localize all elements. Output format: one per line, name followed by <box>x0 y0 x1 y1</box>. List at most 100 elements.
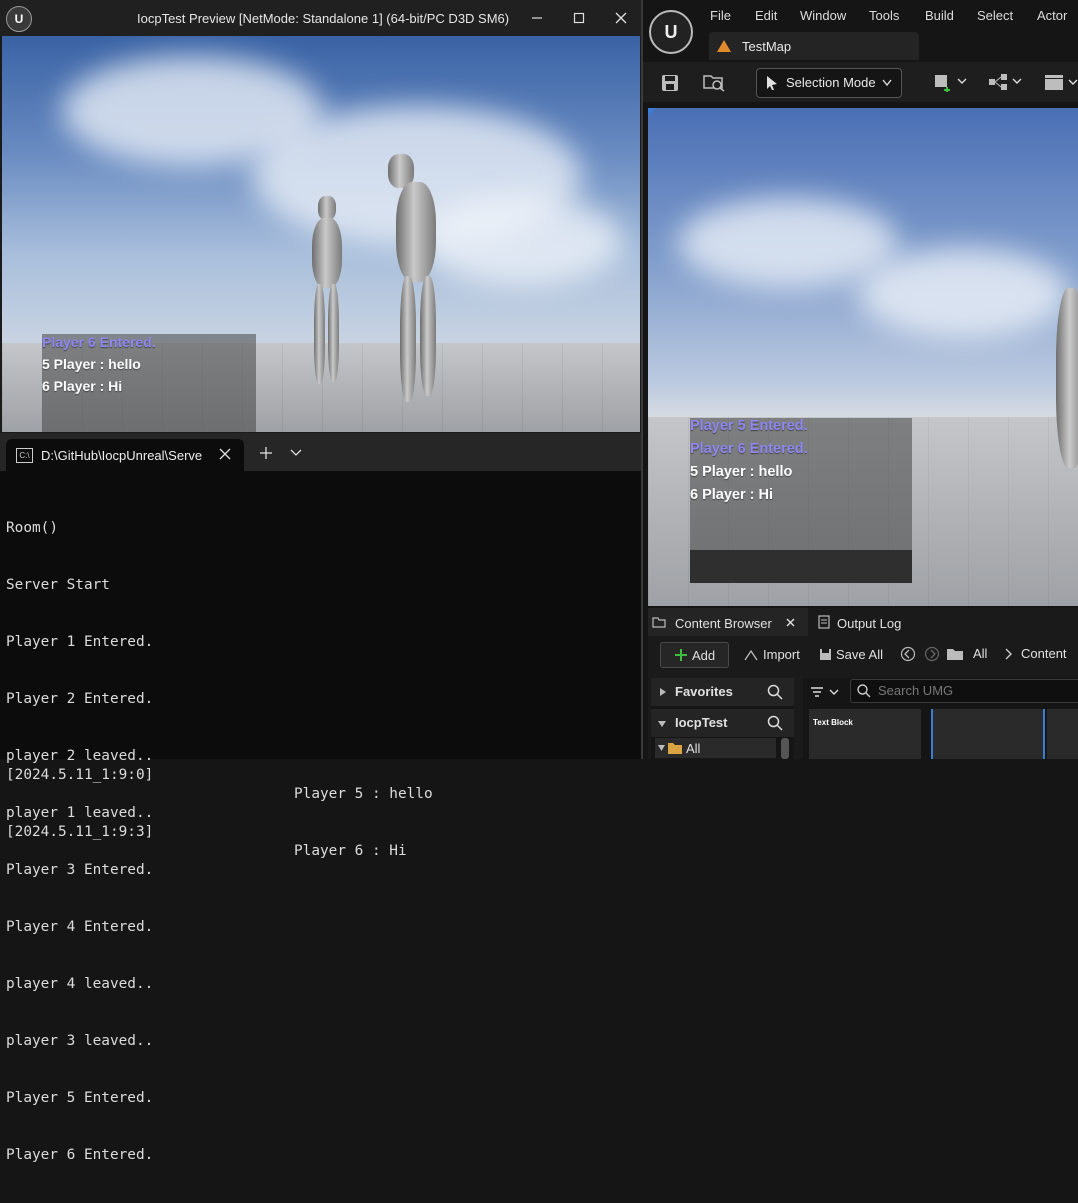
content-browser-tab-label: Content Browser <box>675 616 772 631</box>
menu-build[interactable]: Build <box>925 8 954 23</box>
menu-select[interactable]: Select <box>977 8 1013 23</box>
import-button[interactable]: Import <box>743 646 805 664</box>
menu-actor[interactable]: Actor <box>1037 8 1067 23</box>
save-button[interactable] <box>661 74 679 92</box>
map-tab[interactable]: TestMap <box>709 32 919 60</box>
minimize-button[interactable] <box>516 0 558 36</box>
log-row: [2024.5.11_1:9:3] Player 6 : Hi <box>6 804 636 859</box>
asset-tile[interactable] <box>1047 709 1078 759</box>
plus-icon <box>675 649 687 661</box>
asset-tile[interactable] <box>931 709 1045 759</box>
favorites-label: Favorites <box>675 684 733 699</box>
game-viewport[interactable]: Player 6 Entered. 5 Player : hello 6 Pla… <box>2 36 640 432</box>
viewport-corner-marker <box>648 108 656 116</box>
terminal-line: player 3 leaved.. <box>6 1033 154 1049</box>
terminal-line: Room() <box>6 520 58 536</box>
add-actor-button[interactable] <box>933 72 969 92</box>
cinematics-button[interactable] <box>1043 73 1078 91</box>
search-input[interactable]: Search UMG <box>850 679 1078 703</box>
log-time: [2024.5.11_1:9:3] <box>6 824 154 840</box>
asset-panel: Search UMG Text Block <box>803 678 1078 759</box>
log-message: Player 6 : Hi <box>294 843 407 859</box>
close-icon <box>219 448 231 460</box>
sources-panel: Favorites IocpTest All <box>651 678 794 759</box>
add-button[interactable]: Add <box>660 642 729 668</box>
chevron-down-icon <box>882 79 892 87</box>
back-icon[interactable] <box>900 646 916 662</box>
content-browser-tab[interactable]: Content Browser <box>648 608 808 636</box>
mannequin-character <box>302 196 350 386</box>
terminal-line: Player 1 Entered. <box>6 634 154 650</box>
save-icon <box>820 649 831 660</box>
menu-window[interactable]: Window <box>800 8 846 23</box>
search-icon <box>857 684 871 698</box>
add-label: Add <box>692 648 716 663</box>
new-tab-button[interactable] <box>258 445 274 461</box>
chat-line: Player 6 Entered. <box>42 334 156 350</box>
level-icon <box>717 40 731 52</box>
preview-window: U IocpTest Preview [NetMode: Standalone … <box>0 0 642 433</box>
chevron-right-icon <box>660 688 666 696</box>
close-tab-button[interactable] <box>218 445 232 461</box>
tree-item-all[interactable]: All <box>655 738 776 758</box>
save-all-button[interactable]: Save All <box>819 646 889 664</box>
add-actor-icon <box>935 75 967 92</box>
menu-tools[interactable]: Tools <box>869 8 899 23</box>
editor-toolbar: Selection Mode <box>643 62 1078 102</box>
blueprint-button[interactable] <box>987 72 1025 92</box>
preview-titlebar[interactable]: U IocpTest Preview [NetMode: Standalone … <box>0 0 642 36</box>
favorites-header[interactable]: Favorites <box>651 678 794 706</box>
clapperboard-icon <box>1045 75 1078 90</box>
terminal-line: Player 6 Entered. <box>6 1147 154 1163</box>
menu-bar: U File Edit Window Tools Build Select Ac… <box>643 0 1078 54</box>
chat-box: Player 6 Entered. 5 Player : hello 6 Pla… <box>42 334 256 432</box>
save-all-label: Save All <box>836 647 883 662</box>
chat-box: Player 5 Entered. Player 6 Entered. 5 Pl… <box>690 418 912 583</box>
unreal-editor: U File Edit Window Tools Build Select Ac… <box>643 0 1078 759</box>
search-icon[interactable] <box>767 684 783 700</box>
chevron-down-icon <box>658 745 665 751</box>
chevron-down-icon <box>658 721 666 727</box>
project-label: IocpTest <box>675 715 728 730</box>
terminal-tab[interactable]: C:\ D:\GitHub\IocpUnreal\Serve <box>6 439 244 471</box>
chevron-down-icon <box>290 449 302 456</box>
selection-mode-label: Selection Mode <box>786 75 876 90</box>
chevron-right-icon <box>1005 648 1012 660</box>
dropdown-button[interactable] <box>289 448 303 458</box>
close-button[interactable] <box>600 0 642 36</box>
maximize-button[interactable] <box>558 0 600 36</box>
scrollbar[interactable] <box>781 738 789 759</box>
menu-file[interactable]: File <box>710 8 731 23</box>
path-segment-content[interactable]: Content <box>1021 646 1067 661</box>
path-segment-all[interactable]: All <box>973 646 987 661</box>
mannequin-character <box>1056 288 1078 468</box>
chat-line: 6 Player : Hi <box>690 487 774 503</box>
log-message: Player 5 : hello <box>294 786 433 802</box>
log-icon <box>818 615 830 629</box>
unreal-logo-icon[interactable]: U <box>649 10 693 54</box>
terminal-line: Server Start <box>6 577 110 593</box>
close-icon <box>615 12 627 24</box>
terminal-tab-title: D:\GitHub\IocpUnreal\Serve <box>41 448 203 463</box>
search-icon[interactable] <box>767 715 783 731</box>
save-icon <box>662 75 678 91</box>
chat-input[interactable] <box>690 550 912 583</box>
filter-icon <box>811 687 839 697</box>
filter-button[interactable] <box>806 681 846 703</box>
mannequin-character <box>382 154 452 404</box>
blueprint-icon <box>989 74 1022 90</box>
tree-item-label: All <box>686 741 701 756</box>
level-viewport[interactable]: Player 5 Entered. Player 6 Entered. 5 Pl… <box>648 108 1078 606</box>
project-header[interactable]: IocpTest <box>651 709 794 737</box>
forward-icon[interactable] <box>924 646 940 662</box>
terminal-tabbar: C:\ D:\GitHub\IocpUnreal\Serve <box>0 433 642 471</box>
selection-mode-dropdown[interactable]: Selection Mode <box>756 68 902 98</box>
folder-open-icon <box>668 743 682 754</box>
browse-button[interactable] <box>703 72 725 92</box>
plus-icon <box>260 447 272 459</box>
output-log-tab[interactable]: Output Log <box>816 608 926 636</box>
close-icon[interactable] <box>786 618 795 627</box>
asset-tile[interactable]: Text Block <box>809 709 921 759</box>
menu-edit[interactable]: Edit <box>755 8 777 23</box>
search-placeholder: Search UMG <box>878 683 954 698</box>
